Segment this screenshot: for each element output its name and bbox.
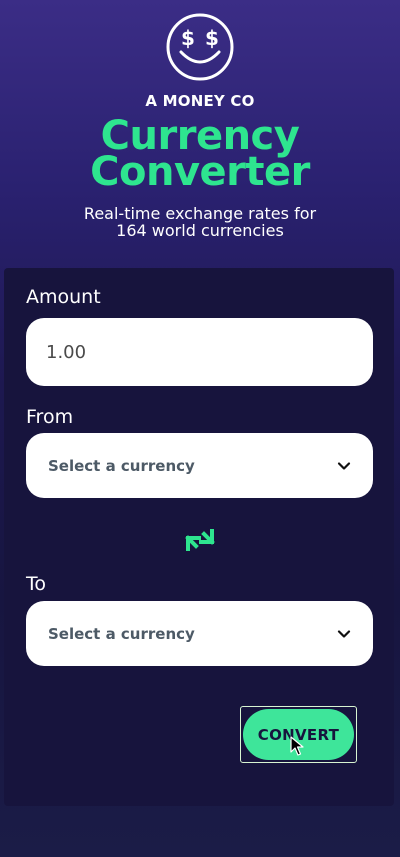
- swap-arrows-icon[interactable]: [182, 525, 218, 555]
- page-title: Currency Converter: [0, 116, 400, 195]
- smiley-dollar-eyes-icon: $ $: [166, 13, 234, 81]
- subtitle-line-2: 164 world currencies: [116, 221, 284, 240]
- converter-form: Amount From Select a currency To Select …: [4, 268, 394, 806]
- mouse-cursor-icon: [290, 736, 304, 756]
- to-currency-select[interactable]: Select a currency: [26, 601, 373, 666]
- to-currency-value: Select a currency: [48, 624, 195, 643]
- chevron-down-icon: [337, 461, 351, 470]
- from-label: From: [26, 406, 74, 428]
- chevron-down-icon: [337, 629, 351, 638]
- page-subtitle: Real-time exchange rates for 164 world c…: [40, 205, 360, 239]
- svg-text:$: $: [181, 26, 195, 50]
- to-label: To: [26, 573, 47, 595]
- amount-label: Amount: [26, 286, 101, 308]
- from-currency-select[interactable]: Select a currency: [26, 433, 373, 498]
- from-currency-value: Select a currency: [48, 456, 195, 475]
- subtitle-line-1: Real-time exchange rates for: [83, 204, 317, 223]
- app-header: $ $ A MONEY CO Currency Converter Real-t…: [0, 0, 400, 268]
- svg-text:$: $: [205, 26, 219, 50]
- amount-input[interactable]: [26, 318, 373, 386]
- brand-name: A MONEY CO: [145, 92, 255, 110]
- title-line-2: Converter: [90, 149, 310, 195]
